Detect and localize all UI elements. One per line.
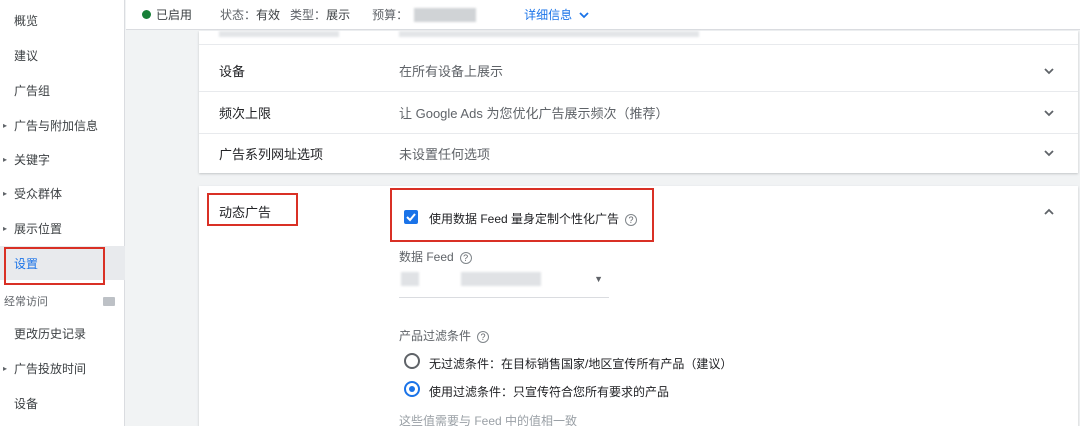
chevron-down-icon[interactable]	[1042, 146, 1056, 160]
row-value: 让 Google Ads 为您优化广告展示频次（推荐）	[399, 106, 669, 121]
chevron-up-icon[interactable]	[1042, 205, 1056, 219]
row-label: 频次上限	[219, 106, 272, 121]
status-dot-icon	[142, 10, 151, 19]
chevron-down-icon[interactable]	[1042, 106, 1056, 120]
radio-use-filter-label: 使用过滤条件：只宣传符合您所有要求的产品	[429, 385, 670, 399]
sidebar-item-audiences[interactable]: ▸ 受众群体	[0, 176, 125, 210]
filter-hint: 这些值需要与 Feed 中的值相一致	[399, 414, 578, 426]
sidebar-item-label: 受众群体	[14, 186, 63, 201]
row-value: 在所有设备上展示	[399, 64, 504, 79]
sidebar-item-label: 广告组	[14, 83, 51, 98]
sidebar-item-label: 设备	[14, 396, 39, 411]
type-value: 展示	[326, 8, 351, 22]
row-label: 广告系列网址选项	[219, 146, 324, 162]
sidebar-item-recommendations[interactable]: 建议	[0, 38, 125, 72]
state-value: 有效	[256, 8, 281, 22]
expand-arrow-icon: ▸	[3, 188, 8, 198]
expand-arrow-icon: ▸	[3, 363, 8, 373]
sidebar-item-label: 更改历史记录	[14, 326, 87, 341]
redacted-feed	[401, 272, 419, 286]
feed-select[interactable]: ▼	[399, 270, 609, 298]
filter-label-wrap: 产品过滤条件?	[399, 327, 490, 344]
feed-label: 数据 Feed	[399, 250, 454, 264]
sidebar-item-label: 广告投放时间	[14, 361, 87, 376]
redacted-feed	[461, 272, 541, 286]
sidebar-item-keywords[interactable]: ▸ 关键字	[0, 142, 125, 176]
settings-row-devices[interactable]: 设备 在所有设备上展示	[199, 50, 1078, 92]
campaign-settings-panel: 设备 在所有设备上展示 频次上限 让 Google Ads 为您优化广告展示频次…	[199, 31, 1078, 173]
settings-row-url-options[interactable]: 广告系列网址选项 未设置任何选项	[199, 132, 1078, 174]
sidebar-item-label: 概览	[14, 13, 39, 28]
dropdown-arrow-icon: ▼	[594, 274, 603, 284]
settings-row-frequency-cap[interactable]: 频次上限 让 Google Ads 为您优化广告展示频次（推荐）	[199, 92, 1078, 134]
sidebar-item-label: 关键字	[14, 152, 51, 167]
row-value: 未设置任何选项	[399, 146, 491, 162]
radio-no-filter[interactable]	[404, 353, 420, 369]
radio-use-filter[interactable]	[404, 381, 420, 397]
campaign-status-bar: 已启用 状态： 有效 类型： 展示 预算： 详细信息	[126, 0, 1080, 30]
expand-arrow-icon: ▸	[3, 154, 8, 164]
comment-icon	[103, 296, 115, 306]
sidebar-item-label: 展示位置	[14, 221, 63, 236]
type-label: 类型：	[290, 8, 327, 22]
sidebar-item-label: 建议	[14, 48, 39, 63]
details-link[interactable]: 详细信息	[524, 6, 572, 23]
sidebar-item-devices[interactable]: 设备	[0, 386, 125, 420]
enabled-status: 已启用	[156, 8, 193, 22]
sidebar-item-change-history[interactable]: 更改历史记录	[0, 316, 125, 350]
dynamic-ads-panel: 动态广告 使用数据 Feed 量身定制个性化广告? 数据 Feed? ▼ 产品过…	[199, 186, 1078, 426]
sidebar-item-placements[interactable]: ▸ 展示位置	[0, 211, 125, 245]
feed-label-wrap: 数据 Feed?	[399, 248, 472, 265]
frequent-section-header: 经常访问	[0, 289, 125, 313]
sidebar-item-overview[interactable]: 概览	[0, 3, 125, 37]
highlight-box	[390, 188, 654, 242]
help-icon[interactable]: ?	[477, 330, 490, 343]
highlight-box	[4, 247, 105, 285]
state-label: 状态：	[220, 8, 257, 22]
truncated-label	[219, 31, 339, 37]
expand-arrow-icon: ▸	[3, 120, 8, 130]
redacted-budget	[414, 7, 477, 22]
expand-arrow-icon: ▸	[3, 223, 8, 233]
radio-no-filter-label: 无过滤条件：在目标销售国家/地区宣传所有产品（建议）	[429, 357, 733, 371]
sidebar-item-ad-groups[interactable]: 广告组	[0, 73, 125, 107]
settings-row-partial	[199, 31, 1078, 45]
truncated-value	[399, 31, 699, 37]
highlight-box	[207, 193, 298, 226]
sidebar-item-ad-schedule[interactable]: ▸ 广告投放时间	[0, 351, 125, 385]
filter-label: 产品过滤条件	[399, 329, 472, 343]
sidebar-item-ads-extensions[interactable]: ▸ 广告与附加信息	[0, 108, 125, 142]
chevron-down-icon[interactable]	[1042, 64, 1056, 78]
budget-label: 预算：	[372, 8, 409, 22]
chevron-down-icon[interactable]	[578, 9, 590, 21]
sidebar-item-label: 广告与附加信息	[14, 118, 99, 133]
section-label: 经常访问	[4, 296, 48, 308]
sidebar: 概览 建议 广告组 ▸ 广告与附加信息 ▸ 关键字 ▸ 受众群体 ▸ 展示位置 设置 经…	[0, 0, 125, 426]
row-label: 设备	[219, 64, 246, 79]
help-icon[interactable]: ?	[459, 251, 472, 264]
